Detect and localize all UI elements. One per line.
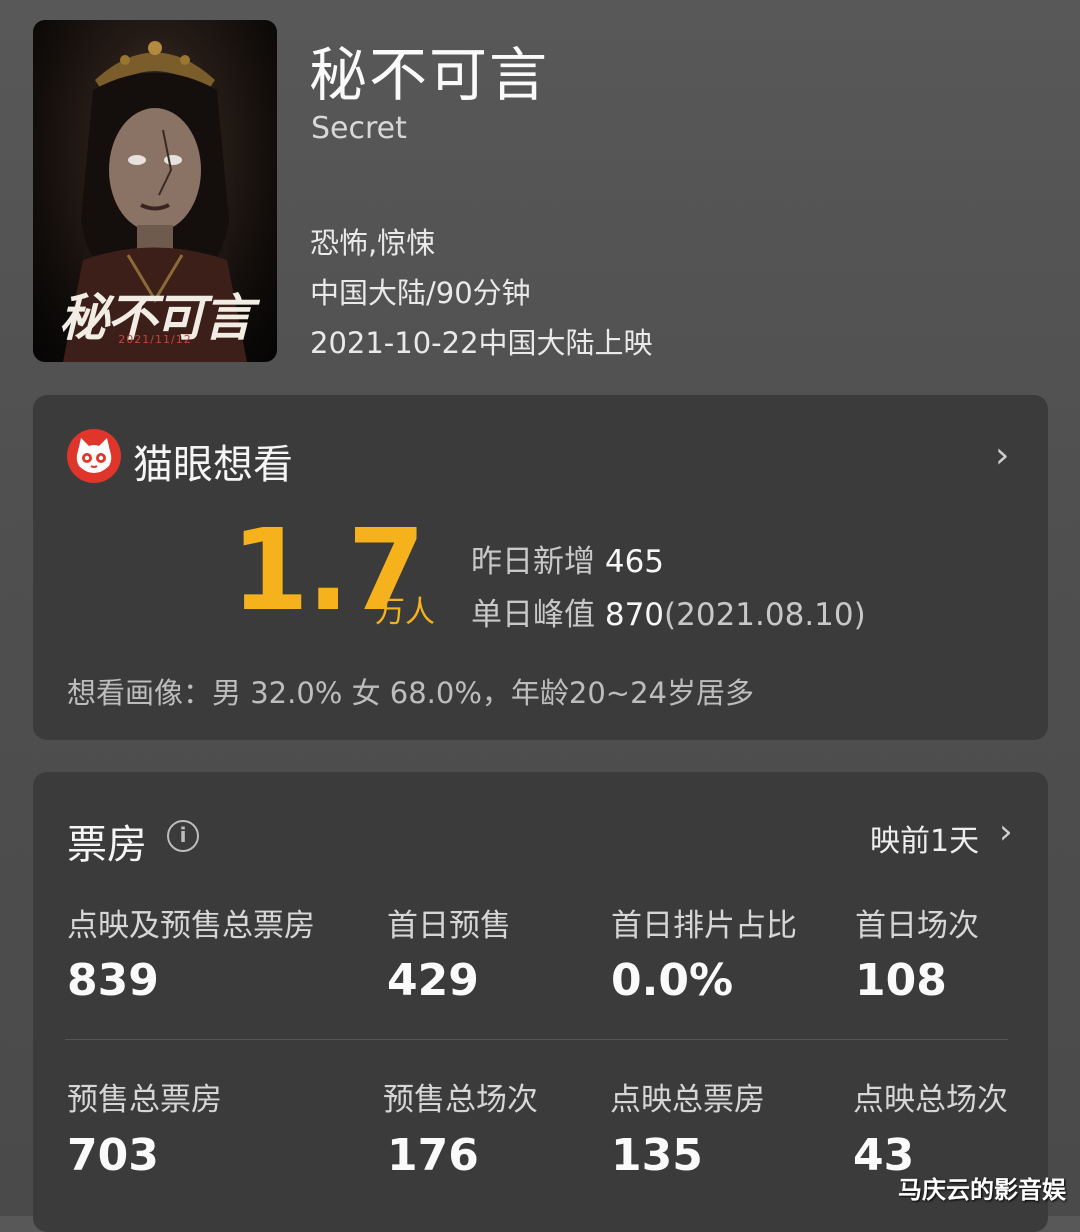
stat-label: 点映及预售总票房 bbox=[67, 908, 315, 944]
daily-peak-label: 单日峰值 bbox=[471, 597, 605, 633]
stat-value: 429 bbox=[387, 955, 479, 1006]
yesterday-new-value: 465 bbox=[604, 544, 665, 580]
daily-peak-value: 870 bbox=[604, 597, 665, 633]
watermark: 马庆云的影音娱 bbox=[898, 1176, 1066, 1204]
movie-poster[interactable]: 秘不可言 2021/11/12 bbox=[33, 20, 277, 362]
maoyan-logo-icon bbox=[67, 429, 121, 483]
yesterday-new: 昨日新增 465 bbox=[471, 536, 664, 581]
stat-value: 176 bbox=[387, 1130, 479, 1181]
info-icon[interactable]: i bbox=[167, 820, 199, 852]
stat-value: 108 bbox=[855, 955, 947, 1006]
stat-label: 首日排片占比 bbox=[611, 908, 797, 944]
pre-release-status[interactable]: 映前1天 bbox=[870, 816, 979, 860]
want-to-see-card[interactable]: 猫眼想看 › 1.7 万人 昨日新增 465 单日峰值 870(2021.08.… bbox=[33, 395, 1048, 740]
stat-label: 首日场次 bbox=[855, 908, 979, 944]
yesterday-new-label: 昨日新增 bbox=[471, 544, 605, 580]
poster-date: 2021/11/12 bbox=[118, 333, 192, 346]
audience-portrait: 想看画像：男 32.0% 女 68.0%，年龄20~24岁居多 bbox=[67, 676, 755, 710]
want-count-unit: 万人 bbox=[375, 595, 435, 630]
stat-label: 首日预售 bbox=[387, 908, 511, 944]
chevron-right-icon[interactable]: › bbox=[995, 435, 1009, 476]
daily-peak: 单日峰值 870(2021.08.10) bbox=[471, 589, 866, 634]
divider bbox=[65, 1039, 1008, 1040]
box-office-title: 票房 bbox=[67, 822, 147, 868]
stat-label: 预售总场次 bbox=[383, 1082, 538, 1118]
want-to-see-title: 猫眼想看 bbox=[133, 442, 293, 488]
box-office-card: 票房 i 映前1天 › 点映及预售总票房 839 首日预售 429 首日排片占比… bbox=[33, 772, 1048, 1232]
stat-value: 703 bbox=[67, 1130, 159, 1181]
stat-label: 预售总票房 bbox=[67, 1082, 222, 1118]
movie-genre: 恐怖,惊悚 bbox=[310, 226, 436, 260]
movie-release-date: 2021-10-22中国大陆上映 bbox=[310, 326, 653, 360]
movie-english-title: Secret bbox=[311, 111, 407, 146]
movie-region-duration: 中国大陆/90分钟 bbox=[310, 276, 531, 310]
stat-label: 点映总票房 bbox=[610, 1082, 765, 1118]
stat-value: 839 bbox=[67, 955, 159, 1006]
daily-peak-date: (2021.08.10) bbox=[664, 597, 866, 633]
chevron-right-icon[interactable]: › bbox=[999, 812, 1013, 852]
movie-title: 秘不可言 bbox=[309, 41, 550, 109]
stat-label: 点映总场次 bbox=[853, 1082, 1008, 1118]
stat-value: 135 bbox=[611, 1130, 703, 1181]
stat-value: 0.0% bbox=[611, 955, 734, 1006]
